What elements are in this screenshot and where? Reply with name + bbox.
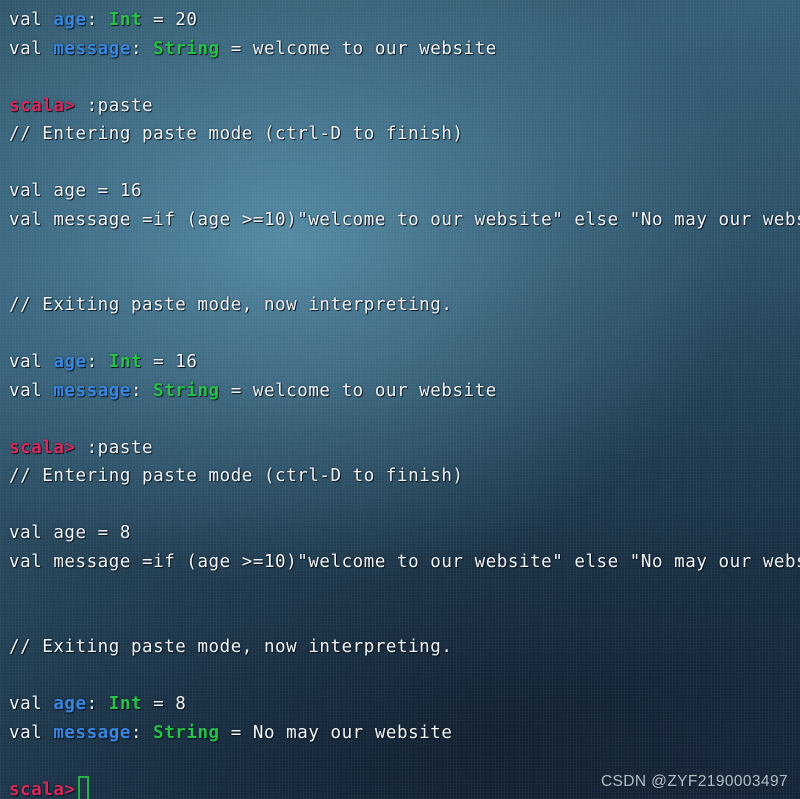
code-token: message [53,38,131,59]
code-token: val [9,694,54,714]
code-token: // Entering paste mode (ctrl-D to finish… [9,124,464,144]
code-token: = No may our website [219,722,453,743]
terminal-line-blank [0,605,800,634]
code-token: String [153,380,220,401]
terminal-line-result: val age: Int = 8 [0,690,800,719]
code-token: = welcome to our website [219,38,497,59]
terminal-line-comment: // Entering paste mode (ctrl-D to finish… [0,120,800,149]
prompt-label: scala> [9,779,76,799]
terminal-line-blank [0,149,800,178]
code-token: = 20 [142,10,198,30]
code-token: // Entering paste mode (ctrl-D to finish… [9,466,464,486]
code-token: Int [108,694,143,714]
terminal-line-blank [0,491,800,520]
code-token: val [9,352,54,372]
code-token: String [153,38,220,59]
code-token: : [86,10,109,30]
code-token: val [9,722,54,743]
terminal-line-blank [0,234,800,263]
code-token: message [53,722,131,743]
code-token: val message =if (age >=10)"welcome to ou… [9,209,800,230]
code-token: val [9,38,54,59]
prompt-label: scala> [9,95,76,116]
terminal-line-comment: // Exiting paste mode, now interpreting. [0,633,800,662]
code-token: val [9,10,54,30]
terminal-line-result: val message: String = No may our website [0,719,800,748]
code-token: // Exiting paste mode, now interpreting. [9,637,453,657]
terminal-line-command: scala> :paste [0,92,800,121]
code-token: age [53,694,87,714]
terminal-line-input: val message =if (age >=10)"welcome to ou… [0,206,800,235]
code-token: : [130,722,154,743]
scala-repl-terminal[interactable]: val age: Int = 20 val message: String = w… [0,0,800,799]
terminal-line-blank [0,320,800,349]
code-token: = 16 [142,352,198,372]
code-token: val [9,380,54,401]
code-token: Int [108,10,143,30]
code-token: Int [108,352,143,372]
code-token: : [130,380,154,401]
terminal-line-input: val message =if (age >=10)"welcome to ou… [0,548,800,577]
terminal-line-blank [0,747,800,776]
terminal-line-result: val age: Int = 16 [0,348,800,377]
terminal-line-result: val message: String = welcome to our web… [0,35,800,64]
prompt-label: scala> [9,437,76,458]
csdn-watermark: CSDN @ZYF2190003497 [600,773,788,790]
code-token: val age = 16 [9,181,143,201]
terminal-line-comment: // Exiting paste mode, now interpreting. [0,291,800,320]
terminal-line-input: val age = 8 [0,519,800,548]
code-token: = 8 [142,694,187,714]
terminal-line-comment: // Entering paste mode (ctrl-D to finish… [0,462,800,491]
text-cursor [77,775,89,799]
code-token: :paste [75,95,154,116]
terminal-output[interactable]: val age: Int = 20 val message: String = w… [0,6,800,799]
code-token: : [86,694,109,714]
terminal-line-blank [0,63,800,92]
terminal-line-input: val age = 16 [0,177,800,206]
code-token: = welcome to our website [219,380,497,401]
terminal-line-blank [0,662,800,691]
terminal-line-result: val age: Int = 20 [0,6,800,35]
code-token: val message =if (age >=10)"welcome to ou… [9,551,800,572]
code-token: val age = 8 [9,523,131,543]
code-token: message [53,380,131,401]
code-token: :paste [75,437,154,458]
terminal-line-result: val message: String = welcome to our web… [0,377,800,406]
code-token: age [53,352,87,372]
code-token: : [130,38,154,59]
code-token: String [153,722,220,743]
code-token: // Exiting paste mode, now interpreting. [9,295,453,315]
terminal-line-blank [0,576,800,605]
terminal-line-command: scala> :paste [0,434,800,463]
code-token: age [53,10,87,30]
desktop-background: val age: Int = 20 val message: String = w… [0,0,800,799]
code-token: : [86,352,109,372]
terminal-line-blank [0,405,800,434]
terminal-line-blank [0,263,800,292]
